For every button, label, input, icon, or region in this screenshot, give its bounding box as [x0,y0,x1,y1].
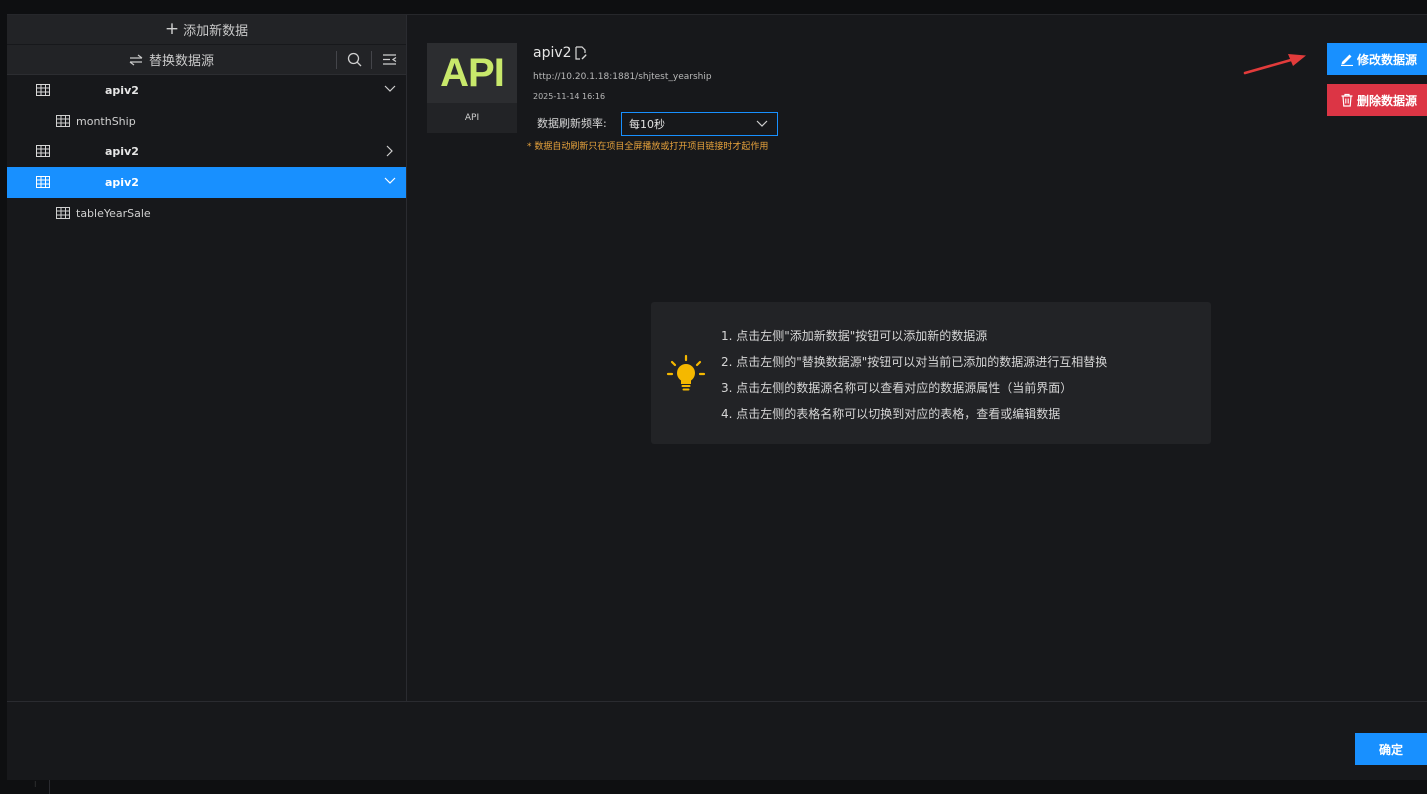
sidebar-toolbar: 替换数据源 [7,45,406,75]
datasource-name: apiv2 [105,145,139,158]
replace-datasource-button[interactable]: 替换数据源 [7,45,336,74]
divider [49,780,50,794]
datasource-item[interactable]: apiv2 [7,136,406,167]
add-data-label: 添加新数据 [183,24,249,39]
datasource-updated-time: 2025-11-14 16:16 [533,92,606,101]
table-icon [56,115,70,127]
delete-datasource-label: 删除数据源 [1357,93,1418,108]
datasource-url: http://10.20.1.18:1881/shjtest_yearship [533,72,712,82]
data-source-dialog: + 添加新数据 替换数据源 apiv2 monthShip apiv2 apiv… [7,14,1427,780]
refresh-rate-select[interactable]: 每10秒 [621,112,778,136]
pencil-icon [1341,54,1353,66]
refresh-rate-note: * 数据自动刷新只在项目全屏播放或打开项目链接时才起作用 [527,142,769,152]
refresh-rate-label: 数据刷新频率: [537,117,607,130]
table-item[interactable]: tableYearSale [7,198,406,228]
datasource-type-card: API API [427,43,517,133]
edit-datasource-label: 修改数据源 [1357,52,1418,67]
table-icon [56,207,70,219]
swap-icon [129,54,143,65]
chevron-down-icon[interactable] [384,85,396,93]
datasource-name: apiv2 [105,176,139,189]
refresh-rate-value: 每10秒 [629,118,665,131]
api-logo: API [427,43,517,103]
table-icon [36,145,50,157]
chevron-right-icon[interactable] [384,145,396,157]
edit-datasource-button[interactable]: 修改数据源 [1327,43,1427,75]
collapse-all-button[interactable] [372,45,406,74]
footer-divider [7,701,1427,702]
delete-datasource-button[interactable]: 删除数据源 [1327,84,1427,116]
table-item[interactable]: monthShip [7,106,406,136]
add-data-button[interactable]: + 添加新数据 [7,15,406,45]
collapse-list-icon [382,54,396,65]
lightbulb-icon [666,354,706,391]
table-icon [36,84,50,96]
tip-line: 3. 点击左侧的数据源名称可以查看对应的数据源属性（当前界面） [721,381,1073,395]
table-icon [36,176,50,188]
red-arrow-annotation [1243,54,1306,75]
trash-icon [1341,93,1353,107]
confirm-button[interactable]: 确定 [1355,733,1427,765]
search-icon [347,52,361,67]
search-button[interactable] [337,45,371,74]
datasource-type-label: API [464,113,480,123]
chevron-down-icon[interactable] [384,177,396,185]
replace-datasource-label: 替换数据源 [148,54,214,69]
datasource-item[interactable]: apiv2 [7,75,406,106]
table-name: monthShip [76,114,136,128]
datasource-title-text: apiv2 [533,45,572,61]
tip-line: 4. 点击左侧的表格名称可以切换到对应的表格，查看或编辑数据 [721,407,1061,421]
table-name: tableYearSale [76,206,151,220]
datasource-name: apiv2 [105,84,139,97]
tip-line: 1. 点击左侧"添加新数据"按钮可以添加新的数据源 [721,329,988,343]
datasource-item-selected[interactable]: apiv2 [7,167,406,198]
tip-line: 2. 点击左侧的"替换数据源"按钮可以对当前已添加的数据源进行互相替换 [721,355,1108,369]
plus-icon: + [164,19,180,39]
datasource-title: apiv2 [533,45,587,61]
usage-tips-panel: 1. 点击左侧"添加新数据"按钮可以添加新的数据源 2. 点击左侧的"替换数据源… [651,302,1211,444]
edit-file-icon[interactable] [574,46,587,60]
chevron-down-icon [756,120,768,127]
resize-grip-icon: ⁝ [34,780,37,789]
datasource-sidebar: + 添加新数据 替换数据源 apiv2 monthShip apiv2 apiv… [7,15,407,701]
